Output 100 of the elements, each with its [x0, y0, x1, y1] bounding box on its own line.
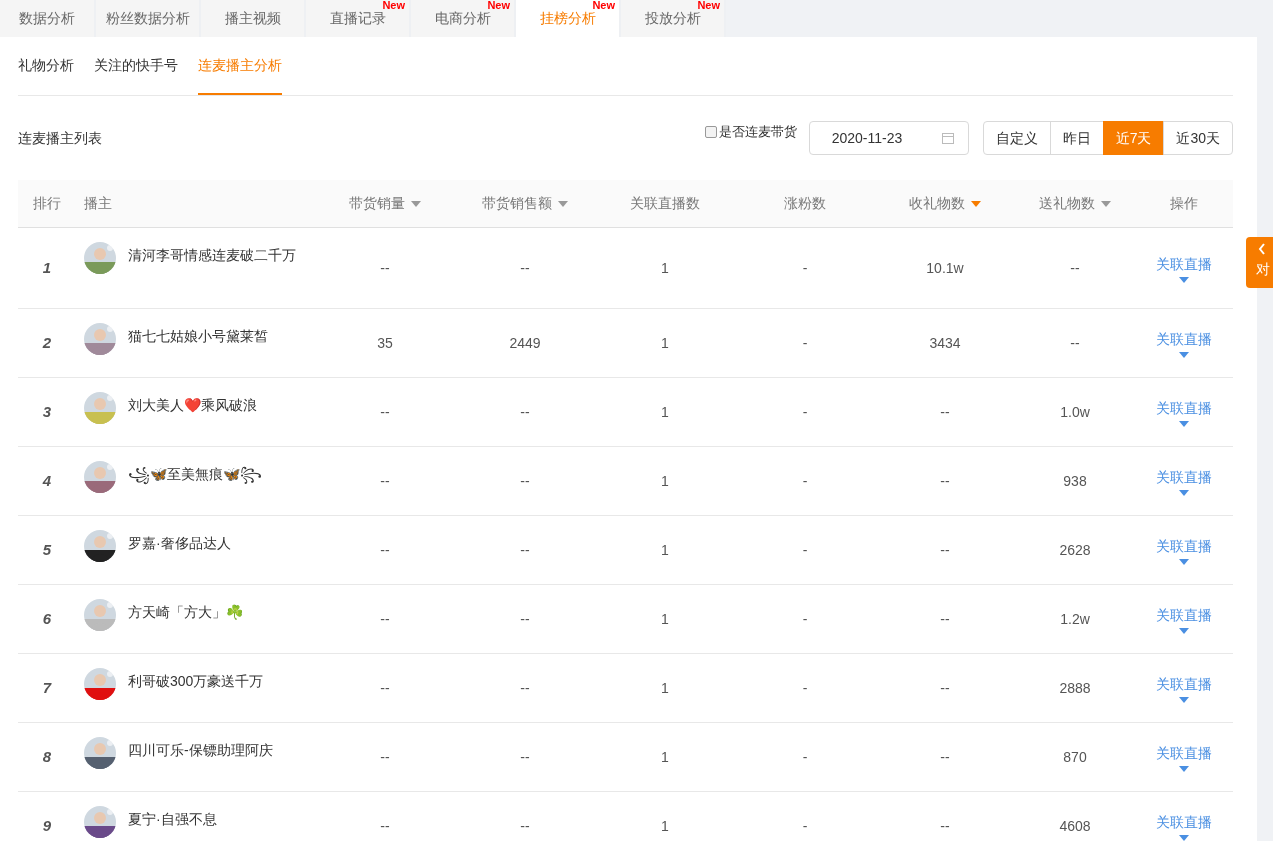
streamer-name: 猫七七姑娘小号黛莱皙: [128, 328, 268, 344]
column-header: 关联直播数: [630, 194, 700, 213]
streamer-name: 夏宁·自强不息: [128, 811, 217, 827]
caret-icon[interactable]: [1179, 276, 1189, 283]
new-label: New: [487, 0, 510, 11]
sub-tab[interactable]: 连麦播主分析: [198, 37, 282, 95]
table-cell-text: --: [520, 609, 530, 629]
tab[interactable]: 播主视频: [201, 0, 306, 37]
date-field[interactable]: 2020-11-23: [808, 121, 969, 155]
rank-number: 1: [42, 257, 52, 278]
related-live-link[interactable]: 关联直播: [1156, 811, 1212, 833]
table-cell-text: --: [520, 258, 530, 278]
table-cell-text: 4608: [1059, 816, 1091, 836]
table-cell-text: --: [1070, 333, 1080, 353]
tab[interactable]: 粉丝数据分析: [96, 0, 201, 37]
rank-number: 2: [42, 332, 52, 353]
table-cell-text: --: [520, 747, 530, 767]
column-header: 播主: [84, 194, 112, 213]
table-cell-text: --: [940, 609, 950, 629]
caret-icon[interactable]: [1179, 558, 1189, 565]
sort-icon[interactable]: [411, 200, 421, 207]
streamer-name: 罗嘉·奢侈品达人: [128, 535, 231, 551]
sort-icon[interactable]: [558, 200, 568, 207]
related-live-link[interactable]: 关联直播: [1156, 673, 1212, 695]
table-cell-text: -: [802, 540, 808, 560]
table-cell-text: 2628: [1059, 540, 1091, 560]
table-cell-text: --: [380, 747, 390, 767]
chevron-icon: [1258, 243, 1266, 255]
caret-icon[interactable]: [1179, 489, 1189, 496]
caret-icon[interactable]: [1179, 696, 1189, 703]
sub-tab[interactable]: 关注的快手号: [94, 37, 178, 95]
range-button[interactable]: 近30天: [1163, 121, 1233, 155]
table-cell-text: 3434: [929, 333, 961, 353]
table-cell-text: 938: [1063, 471, 1087, 491]
related-live-link[interactable]: 关联直播: [1156, 742, 1212, 764]
table-cell-text: 1: [661, 816, 669, 836]
caret-icon[interactable]: [1179, 834, 1189, 841]
related-live-link[interactable]: 关联直播: [1156, 397, 1212, 419]
table-cell-text: --: [940, 471, 950, 491]
rank-number: 9: [42, 815, 52, 836]
table-cell-text: 2888: [1059, 678, 1091, 698]
table-cell-text: 1: [661, 609, 669, 629]
table-cell-text: -: [802, 333, 808, 353]
table-cell-text: --: [520, 402, 530, 422]
table-cell-text: --: [940, 816, 950, 836]
streamer-name: 刘大美人❤乘风破浪: [128, 397, 257, 413]
table-cell-text: --: [520, 816, 530, 836]
list-title: 连麦播主列表: [18, 128, 102, 148]
table-cell-text: --: [520, 540, 530, 560]
range-button[interactable]: 昨日: [1049, 121, 1104, 155]
column-header: 送礼物数: [1039, 194, 1095, 213]
rank-number: 3: [42, 401, 52, 422]
column-header: 带货销售额: [482, 194, 552, 213]
table-cell-text: -: [802, 816, 808, 836]
checkbox-label: 是否连麦带货: [718, 123, 797, 142]
sort-icon[interactable]: [971, 200, 981, 207]
side-tab[interactable]: 对: [1246, 237, 1273, 288]
table-cell-text: --: [520, 678, 530, 698]
checkbox[interactable]: [704, 126, 717, 138]
table-cell-text: --: [940, 747, 950, 767]
range-button[interactable]: 近7天: [1102, 121, 1165, 155]
rank-number: 5: [42, 539, 52, 560]
rank-number: 4: [42, 470, 52, 491]
related-live-link[interactable]: 关联直播: [1156, 535, 1212, 557]
related-live-link[interactable]: 关联直播: [1156, 253, 1212, 275]
rank-number: 7: [42, 677, 52, 698]
table-cell-text: 1.2w: [1060, 609, 1090, 629]
range-button[interactable]: 自定义: [982, 121, 1051, 155]
table-cell-text: 870: [1063, 747, 1087, 767]
caret-icon[interactable]: [1179, 627, 1189, 634]
table-cell-text: 35: [377, 333, 393, 353]
table-cell-text: -: [802, 747, 808, 767]
table-cell-text: 2449: [509, 333, 541, 353]
column-header: 涨粉数: [784, 194, 826, 213]
table-cell-text: --: [380, 540, 390, 560]
sub-tab[interactable]: 礼物分析: [18, 37, 74, 95]
new-label: New: [697, 0, 720, 11]
table-cell-text: --: [1070, 258, 1080, 278]
table-cell-text: --: [380, 471, 390, 491]
table-cell-text: --: [520, 471, 530, 491]
table-cell-text: 1: [661, 402, 669, 422]
table-cell-text: -: [802, 678, 808, 698]
table-cell-text: --: [380, 678, 390, 698]
column-header: 操作: [1170, 194, 1198, 213]
caret-icon[interactable]: [1179, 351, 1189, 358]
column-header: 排行: [33, 194, 61, 213]
tab[interactable]: 数据分析: [0, 0, 96, 37]
table-cell-text: 1: [661, 333, 669, 353]
streamer-name: 四川可乐-保镖助理阿庆: [128, 742, 273, 758]
rank-number: 8: [42, 746, 52, 767]
calendar-icon: [941, 132, 954, 144]
sort-icon[interactable]: [1101, 200, 1111, 207]
table-cell-text: -: [802, 471, 808, 491]
table-cell-text: -: [802, 402, 808, 422]
caret-icon[interactable]: [1179, 765, 1189, 772]
table-cell-text: --: [380, 609, 390, 629]
related-live-link[interactable]: 关联直播: [1156, 604, 1212, 626]
caret-icon[interactable]: [1179, 420, 1189, 427]
related-live-link[interactable]: 关联直播: [1156, 466, 1212, 488]
related-live-link[interactable]: 关联直播: [1156, 328, 1212, 350]
